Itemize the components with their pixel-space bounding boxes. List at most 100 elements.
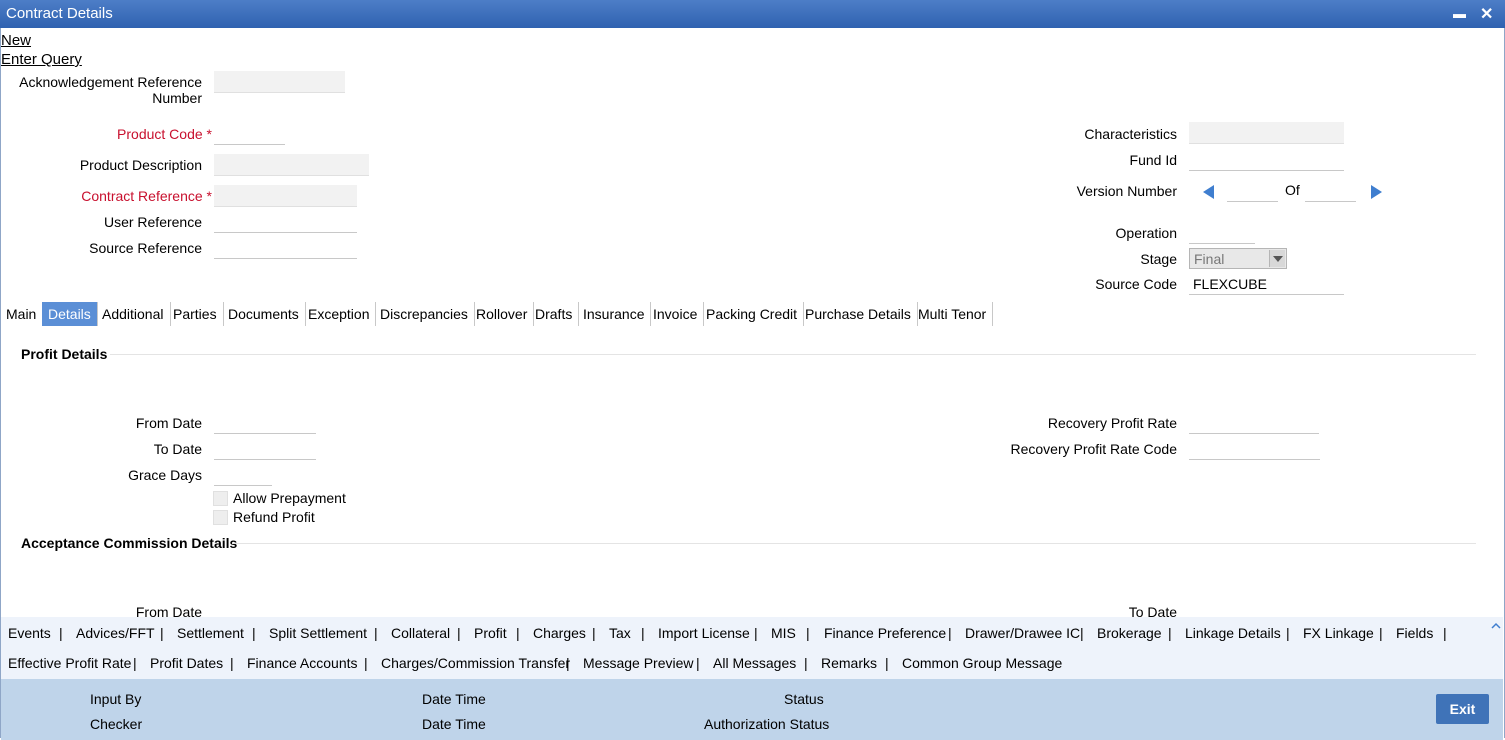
divider (110, 354, 1476, 355)
user-reference-input[interactable] (214, 211, 357, 233)
separator: | (516, 625, 520, 641)
operation-input[interactable] (1189, 222, 1255, 244)
separator: | (252, 625, 256, 641)
characteristics-label: Characteristics (1084, 126, 1177, 142)
tab-drafts[interactable]: Drafts (529, 302, 580, 326)
separator: | (641, 625, 645, 641)
tab-main[interactable]: Main (0, 302, 44, 326)
stage-select[interactable]: Final (1189, 248, 1287, 269)
link-collateral[interactable]: Collateral (391, 625, 450, 641)
link-remarks[interactable]: Remarks (821, 655, 877, 671)
tab-documents[interactable]: Documents (222, 302, 306, 326)
product-code-input[interactable] (214, 123, 285, 145)
tab-insurance[interactable]: Insurance (577, 302, 652, 326)
scroll-up-icon[interactable] (1490, 620, 1502, 632)
link-tax[interactable]: Tax (609, 625, 631, 641)
separator: | (804, 655, 808, 671)
profit-details-heading: Profit Details (21, 346, 108, 362)
separator: | (948, 625, 952, 641)
contract-reference-label: Contract Reference * (81, 188, 212, 204)
from-date-input[interactable] (214, 412, 316, 434)
operation-label: Operation (1115, 225, 1177, 241)
link-charges[interactable]: Charges (533, 625, 586, 641)
link-all-messages[interactable]: All Messages (713, 655, 796, 671)
separator: | (59, 625, 63, 641)
stage-label: Stage (1140, 251, 1177, 267)
source-reference-input[interactable] (214, 237, 357, 259)
link-finance-preference[interactable]: Finance Preference (824, 625, 946, 641)
link-events[interactable]: Events (8, 625, 51, 641)
source-code-input[interactable]: FLEXCUBE (1189, 273, 1344, 295)
contract-reference-input[interactable] (214, 185, 357, 207)
tab-invoice[interactable]: Invoice (647, 302, 705, 326)
tab-additional[interactable]: Additional (96, 302, 171, 326)
fund-id-input[interactable] (1189, 149, 1344, 171)
recovery-profit-rate-input[interactable] (1189, 412, 1319, 434)
tab-purchase-details[interactable]: Purchase Details (799, 302, 918, 326)
characteristics-input[interactable] (1189, 122, 1344, 144)
link-message-preview[interactable]: Message Preview (583, 655, 694, 671)
link-fields[interactable]: Fields (1396, 625, 1433, 641)
link-mis[interactable]: MIS (771, 625, 796, 641)
link-common-group-message[interactable]: Common Group Message (902, 655, 1062, 671)
link-linkage-details[interactable]: Linkage Details (1185, 625, 1281, 641)
separator: | (1080, 625, 1084, 641)
previous-version-icon[interactable] (1203, 185, 1214, 199)
link-fx-linkage[interactable]: FX Linkage (1303, 625, 1374, 641)
product-code-label: Product Code * (117, 126, 212, 142)
allow-prepayment-checkbox[interactable] (213, 491, 228, 506)
source-reference-label: Source Reference (89, 240, 202, 256)
allow-prepayment-label: Allow Prepayment (233, 490, 346, 506)
link-settlement[interactable]: Settlement (177, 625, 244, 641)
recovery-profit-rate-code-label: Recovery Profit Rate Code (1010, 441, 1177, 457)
link-profit-dates[interactable]: Profit Dates (150, 655, 223, 671)
tab-details[interactable]: Details (42, 302, 98, 326)
tab-rollover[interactable]: Rollover (470, 302, 535, 326)
version-of-label: Of (1285, 182, 1300, 198)
separator: | (374, 625, 378, 641)
from-date-label: From Date (135, 415, 202, 431)
close-icon[interactable]: ✕ (1480, 4, 1493, 24)
acceptance-commission-heading: Acceptance Commission Details (21, 535, 238, 551)
new-link[interactable]: New (1, 32, 31, 49)
recovery-profit-rate-label: Recovery Profit Rate (1047, 415, 1177, 431)
refund-profit-checkbox[interactable] (213, 510, 228, 525)
grace-days-input[interactable] (214, 464, 272, 486)
link-drawer-drawee-ic[interactable]: Drawer/Drawee IC (965, 625, 1080, 641)
link-charges-commission-transfer[interactable]: Charges/Commission Transfer (381, 655, 570, 671)
chevron-down-icon[interactable] (1269, 250, 1285, 267)
source-code-label: Source Code (1095, 276, 1177, 292)
tab-discrepancies[interactable]: Discrepancies (374, 302, 475, 326)
tab-multi-tenor[interactable]: Multi Tenor (912, 302, 994, 326)
minimize-icon[interactable]: ▬ (1453, 6, 1466, 21)
link-import-license[interactable]: Import License (658, 625, 750, 641)
tab-parties[interactable]: Parties (167, 302, 224, 326)
separator: | (1379, 625, 1383, 641)
authorization-status-label: Authorization Status (704, 716, 830, 732)
separator: | (160, 625, 164, 641)
checker-label: Checker (90, 716, 143, 732)
link-advices-fft[interactable]: Advices/FFT (76, 625, 155, 641)
link-split-settlement[interactable]: Split Settlement (269, 625, 367, 641)
product-description-input[interactable] (214, 154, 369, 176)
version-total-input[interactable] (1305, 180, 1356, 202)
version-number-input[interactable] (1227, 180, 1278, 202)
version-number-label: Version Number (1076, 183, 1177, 199)
separator: | (806, 625, 810, 641)
tab-packing-credit[interactable]: Packing Credit (700, 302, 805, 326)
enter-query-link[interactable]: Enter Query (1, 51, 82, 68)
separator: | (1168, 625, 1172, 641)
link-effective-profit-rate[interactable]: Effective Profit Rate (8, 655, 131, 671)
link-finance-accounts[interactable]: Finance Accounts (247, 655, 358, 671)
exit-button[interactable]: Exit (1436, 694, 1489, 724)
next-version-icon[interactable] (1371, 185, 1382, 199)
link-profit[interactable]: Profit (474, 625, 507, 641)
to-date-input[interactable] (214, 438, 316, 460)
link-brokerage[interactable]: Brokerage (1097, 625, 1162, 641)
refund-profit-label: Refund Profit (233, 509, 315, 525)
recovery-profit-rate-code-input[interactable] (1189, 438, 1320, 460)
ack-ref-input[interactable] (214, 71, 345, 93)
tab-exception[interactable]: Exception (302, 302, 377, 326)
divider (232, 543, 1476, 544)
separator: | (1286, 625, 1290, 641)
